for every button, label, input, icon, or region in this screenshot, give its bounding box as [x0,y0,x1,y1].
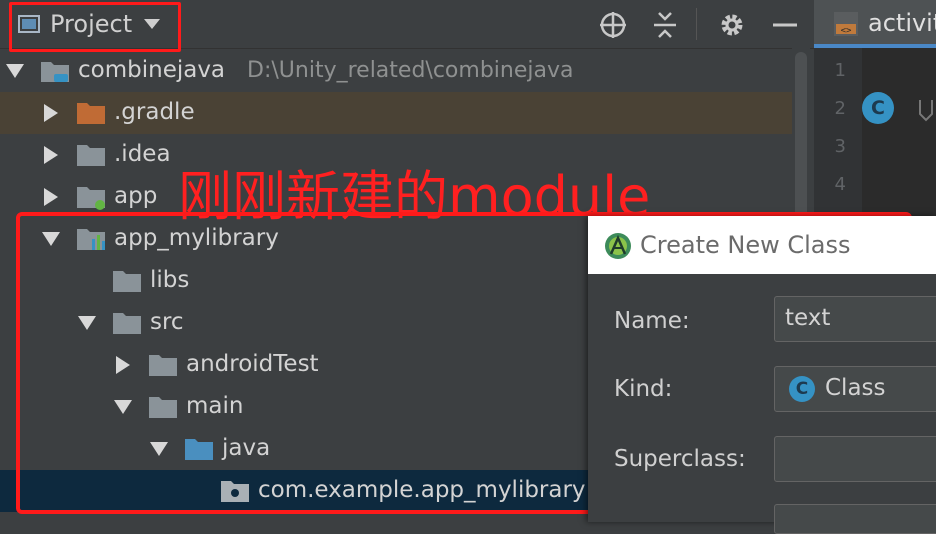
kind-label: Kind: [614,376,673,402]
line-number: 2 [834,98,846,119]
name-input-value: text [785,305,831,331]
kind-select-value: Class [825,375,886,401]
toolbar-divider [696,8,697,40]
folder-icon [77,145,105,166]
line-number: 1 [834,60,846,81]
line-number: 4 [834,174,846,195]
name-input[interactable]: text [774,296,936,342]
tree-label-gradle: .gradle [114,99,195,125]
line-number: 3 [834,136,846,157]
tree-row-gradle[interactable]: .gradle [0,92,792,134]
expand-arrow-icon[interactable] [6,62,24,80]
editor-tab[interactable]: <> activit [814,0,936,48]
class-kind-icon: C [789,376,815,402]
project-root-path: D:\Unity_related\combinejava [247,58,574,83]
android-studio-icon [605,233,631,259]
gear-icon[interactable] [717,10,747,40]
next-field[interactable] [774,504,936,534]
fold-marker-icon[interactable] [916,98,936,124]
minimize-icon[interactable] [770,10,800,40]
collapse-all-icon[interactable] [650,10,680,40]
annotation-box-project [9,2,181,52]
superclass-label: Superclass: [614,446,746,472]
dialog-title-bar[interactable]: Create New Class [588,216,936,274]
tree-row-root[interactable]: combinejava D:\Unity_related\combinejava [0,50,792,92]
expand-arrow-icon[interactable] [42,188,60,206]
expand-arrow-icon[interactable] [42,146,60,164]
project-folder-icon [41,62,69,82]
class-gutter-icon[interactable]: C [862,92,894,124]
create-new-class-dialog: Create New Class Name: text Kind: C Clas… [588,216,936,534]
kind-select[interactable]: C Class [774,366,936,412]
target-icon[interactable] [598,10,628,40]
layout-file-icon: <> [834,12,858,36]
app-module-folder-icon [77,187,105,210]
editor-tab-label: activit [868,9,936,37]
tree-label-app: app [114,183,158,209]
folder-icon [77,103,105,124]
tree-label-idea: .idea [114,141,171,167]
expand-arrow-icon[interactable] [42,104,60,122]
scrollbar-thumb[interactable] [795,52,807,232]
dialog-title: Create New Class [640,231,851,259]
superclass-input[interactable] [774,436,936,482]
svg-text:<>: <> [841,26,852,36]
name-label: Name: [614,308,690,334]
project-root-label: combinejava [78,57,226,83]
